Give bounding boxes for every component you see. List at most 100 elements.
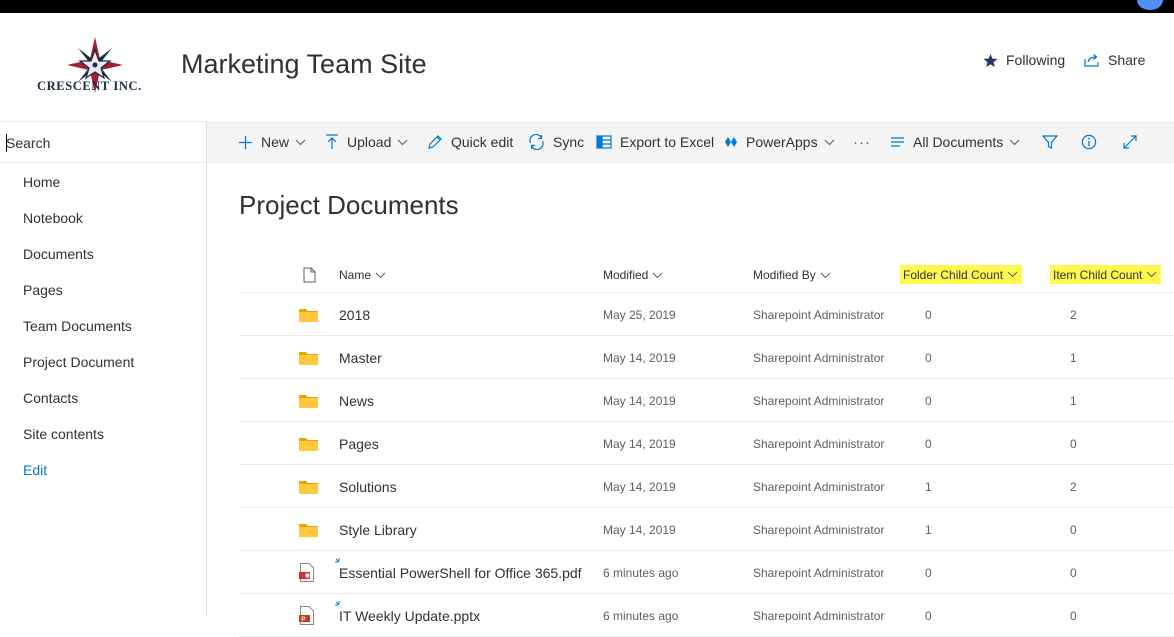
chevron-down-icon [375, 272, 386, 278]
nav-item-site-contents[interactable]: Site contents [0, 422, 207, 458]
item-child-count-column-label: Item Child Count [1053, 267, 1143, 282]
table-row[interactable]: P IT Weekly Update.pptx 6 minutes ago Sh… [239, 594, 1174, 637]
upload-label: Upload [347, 134, 392, 150]
folder-child-count: 0 [925, 350, 932, 365]
item-child-count: 0 [1070, 436, 1077, 451]
quick-edit-button[interactable]: Quick edit [427, 121, 513, 163]
table-row[interactable]: News May 14, 2019 Sharepoint Administrat… [239, 379, 1174, 422]
folder-child-count: 0 [925, 608, 932, 623]
modified-by[interactable]: Sharepoint Administrator [753, 379, 884, 422]
filter-funnel-icon [1042, 135, 1058, 149]
chevron-down-icon [1009, 139, 1020, 145]
table-row[interactable]: Master May 14, 2019 Sharepoint Administr… [239, 336, 1174, 379]
item-child-count: 1 [1070, 393, 1077, 408]
table-row[interactable]: Pages May 14, 2019 Sharepoint Administra… [239, 422, 1174, 465]
item-child-count-column-header[interactable]: Item Child Count [1050, 265, 1162, 284]
modified-column-header[interactable]: Modified [603, 257, 663, 293]
folder-icon [299, 480, 318, 494]
modified-by[interactable]: Sharepoint Administrator [753, 594, 884, 637]
folder-child-count: 0 [925, 393, 932, 408]
chevron-down-icon [1007, 271, 1018, 278]
upload-icon [326, 134, 338, 149]
item-name[interactable]: Solutions [339, 465, 397, 508]
site-header: Crescent Inc. Marketing Team Site Follow… [0, 13, 1174, 121]
item-name[interactable]: 2018 [339, 293, 370, 336]
site-title[interactable]: Marketing Team Site [181, 49, 427, 80]
chevron-down-icon [397, 139, 408, 145]
powerapps-label: PowerApps [746, 134, 818, 150]
pdf-file-icon [299, 563, 314, 582]
view-label: All Documents [913, 134, 1004, 150]
nav-item-pages[interactable]: Pages [0, 278, 207, 314]
modified-column-label: Modified [603, 268, 649, 282]
expand-icon [1123, 135, 1137, 149]
powerapps-icon [725, 137, 737, 147]
modified-by[interactable]: Sharepoint Administrator [753, 336, 884, 379]
item-name[interactable]: Essential PowerShell for Office 365.pdf [339, 551, 582, 594]
more-options-button[interactable]: ··· [853, 121, 871, 163]
folder-child-count-column-label: Folder Child Count [903, 267, 1004, 282]
table-row[interactable]: 2018 May 25, 2019 Sharepoint Administrat… [239, 293, 1174, 336]
modified-by[interactable]: Sharepoint Administrator [753, 508, 884, 551]
folder-icon [299, 394, 318, 408]
list-lines-icon [891, 137, 904, 147]
modified-date: May 14, 2019 [603, 522, 676, 537]
svg-text:P: P [301, 616, 306, 623]
following-label: Following [1006, 52, 1066, 68]
share-button[interactable]: Share [1084, 52, 1145, 68]
folder-child-count: 0 [925, 307, 932, 322]
item-name[interactable]: Master [339, 336, 382, 379]
item-child-count: 2 [1070, 307, 1077, 322]
nav-edit-link[interactable]: Edit [0, 458, 207, 494]
view-selector[interactable]: All Documents [890, 121, 1020, 163]
file-type-column-header[interactable] [299, 257, 316, 293]
new-button[interactable]: New [238, 121, 306, 163]
table-row[interactable]: Solutions May 14, 2019 Sharepoint Admini… [239, 465, 1174, 508]
table-row[interactable]: Essential PowerShell for Office 365.pdf … [239, 551, 1174, 594]
item-name[interactable]: Style Library [339, 508, 417, 551]
sync-button[interactable]: Sync [528, 121, 584, 163]
item-name[interactable]: Pages [339, 422, 379, 465]
chevron-down-icon [1147, 271, 1157, 278]
nav-item-home[interactable]: Home [0, 170, 207, 206]
item-name[interactable]: IT Weekly Update.pptx [339, 594, 480, 637]
share-label: Share [1108, 52, 1146, 68]
nav-item-documents[interactable]: Documents [0, 242, 207, 278]
export-to-excel-button[interactable]: Export to Excel [596, 121, 714, 163]
filter-button[interactable] [1042, 121, 1058, 163]
modified-by-column-header[interactable]: Modified By [753, 257, 831, 293]
user-avatar[interactable] [1137, 0, 1163, 10]
nav-list: Home Notebook Documents Pages Team Docum… [0, 170, 207, 494]
item-child-count: 1 [1070, 350, 1077, 365]
powerapps-button[interactable]: PowerApps [724, 121, 835, 163]
modified-date: May 14, 2019 [603, 436, 676, 451]
item-child-count: 0 [1070, 565, 1077, 580]
nav-item-team-documents[interactable]: Team Documents [0, 314, 207, 350]
modified-by[interactable]: Sharepoint Administrator [753, 551, 884, 594]
name-column-label: Name [339, 268, 372, 282]
modified-by-column-label: Modified By [753, 268, 816, 282]
item-name[interactable]: News [339, 379, 374, 422]
folder-icon [299, 437, 318, 451]
folder-child-count: 1 [925, 522, 932, 537]
library-title: Project Documents [239, 190, 459, 220]
nav-item-notebook[interactable]: Notebook [0, 206, 207, 242]
following-button[interactable]: Following [983, 52, 1065, 68]
document-list: Name Modified Modified By Folder Child C… [239, 257, 1174, 637]
name-column-header[interactable]: Name [339, 257, 386, 293]
modified-date: 6 minutes ago [603, 565, 679, 580]
folder-child-count-column-header[interactable]: Folder Child Count [900, 265, 1023, 284]
fullscreen-button[interactable] [1122, 121, 1138, 163]
table-row[interactable]: Style Library May 14, 2019 Sharepoint Ad… [239, 508, 1174, 551]
modified-date: May 25, 2019 [603, 307, 676, 322]
info-pane-button[interactable] [1081, 121, 1097, 163]
nav-item-contacts[interactable]: Contacts [0, 386, 207, 422]
chevron-down-icon [653, 272, 663, 278]
share-icon [1084, 54, 1099, 67]
modified-by[interactable]: Sharepoint Administrator [753, 465, 884, 508]
nav-item-project-document[interactable]: Project Document [0, 350, 207, 386]
modified-by[interactable]: Sharepoint Administrator [753, 422, 884, 465]
modified-by[interactable]: Sharepoint Administrator [753, 293, 884, 336]
upload-button[interactable]: Upload [325, 121, 408, 163]
search-input[interactable] [6, 132, 196, 154]
